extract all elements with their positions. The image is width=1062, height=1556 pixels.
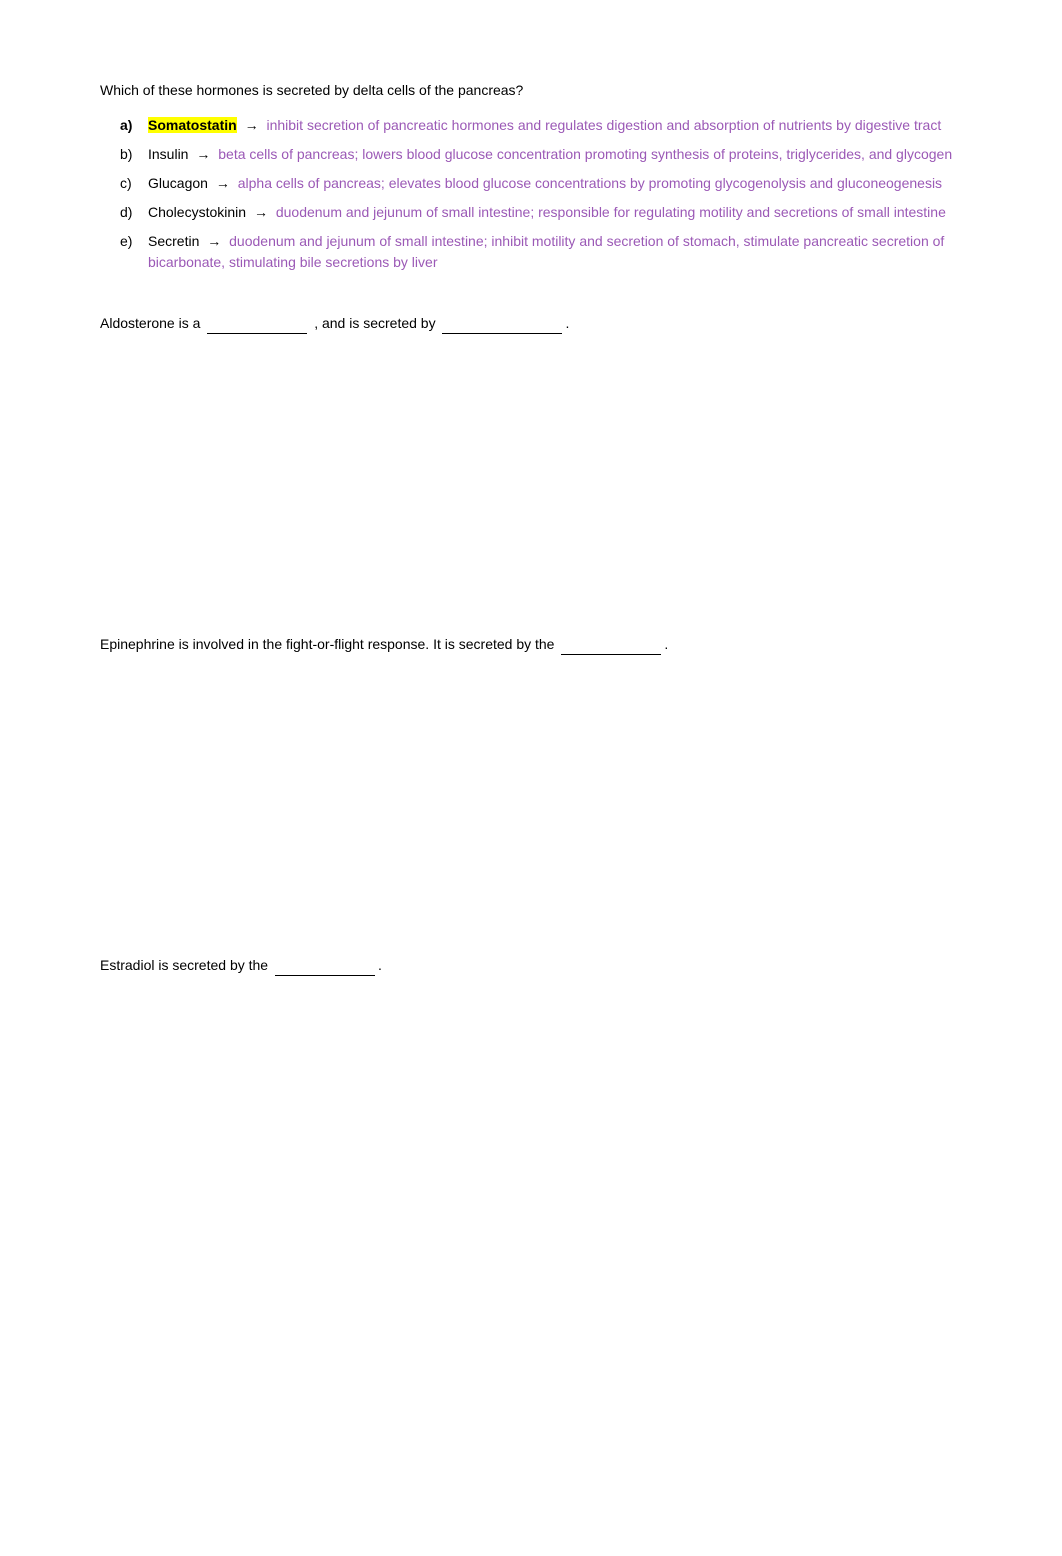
option-b-detail: beta cells of pancreas; lowers blood glu… [218, 146, 952, 162]
option-d-arrow: → [254, 204, 272, 220]
question-3-prefix: Epinephrine is involved in the fight-or-… [100, 636, 554, 652]
question-2-blank1[interactable] [207, 318, 307, 334]
option-a-arrow: → [245, 117, 263, 133]
gap-1 [100, 374, 962, 634]
option-a-key: Somatostatin [148, 117, 237, 133]
option-c-content: Glucagon → alpha cells of pancreas; elev… [148, 173, 962, 194]
option-b-arrow: → [196, 146, 214, 162]
option-c-detail: alpha cells of pancreas; elevates blood … [238, 175, 942, 191]
option-e-arrow: → [207, 233, 225, 249]
question-2-period: . [565, 315, 569, 331]
option-a: a) Somatostatin → inhibit secretion of p… [120, 115, 962, 136]
option-a-label: a) [120, 115, 148, 136]
option-e-label: e) [120, 231, 148, 273]
question-1-text: Which of these hormones is secreted by d… [100, 80, 962, 101]
question-4: Estradiol is secreted by the . [100, 955, 962, 976]
option-c-arrow: → [216, 175, 234, 191]
option-b-label: b) [120, 144, 148, 165]
question-4-text: Estradiol is secreted by the . [100, 955, 962, 976]
option-b-key: Insulin [148, 146, 188, 162]
option-d-key: Cholecystokinin [148, 204, 246, 220]
option-d-label: d) [120, 202, 148, 223]
question-2: Aldosterone is a , and is secreted by . [100, 313, 962, 334]
option-a-content: Somatostatin → inhibit secretion of panc… [148, 115, 962, 136]
option-e-content: Secretin → duodenum and jejunum of small… [148, 231, 962, 273]
option-d-content: Cholecystokinin → duodenum and jejunum o… [148, 202, 962, 223]
question-2-text: Aldosterone is a , and is secreted by . [100, 313, 962, 334]
gap-2 [100, 695, 962, 955]
question-4-blank[interactable] [275, 960, 375, 976]
option-e-key: Secretin [148, 233, 199, 249]
option-b: b) Insulin → beta cells of pancreas; low… [120, 144, 962, 165]
option-a-detail: inhibit secretion of pancreatic hormones… [266, 117, 941, 133]
option-e-detail: duodenum and jejunum of small intestine;… [148, 233, 944, 270]
option-c-key: Glucagon [148, 175, 208, 191]
question-1: Which of these hormones is secreted by d… [100, 80, 962, 273]
question-2-middle: , and is secreted by [314, 315, 435, 331]
options-list: a) Somatostatin → inhibit secretion of p… [120, 115, 962, 273]
question-3-text: Epinephrine is involved in the fight-or-… [100, 634, 962, 655]
question-2-prefix: Aldosterone is a [100, 315, 200, 331]
option-c: c) Glucagon → alpha cells of pancreas; e… [120, 173, 962, 194]
question-3: Epinephrine is involved in the fight-or-… [100, 634, 962, 655]
option-d: d) Cholecystokinin → duodenum and jejunu… [120, 202, 962, 223]
option-e: e) Secretin → duodenum and jejunum of sm… [120, 231, 962, 273]
option-d-detail: duodenum and jejunum of small intestine;… [276, 204, 946, 220]
question-2-blank2[interactable] [442, 318, 562, 334]
question-3-period: . [664, 636, 668, 652]
option-c-label: c) [120, 173, 148, 194]
question-4-period: . [378, 957, 382, 973]
question-3-blank[interactable] [561, 639, 661, 655]
option-b-content: Insulin → beta cells of pancreas; lowers… [148, 144, 962, 165]
question-4-prefix: Estradiol is secreted by the [100, 957, 268, 973]
